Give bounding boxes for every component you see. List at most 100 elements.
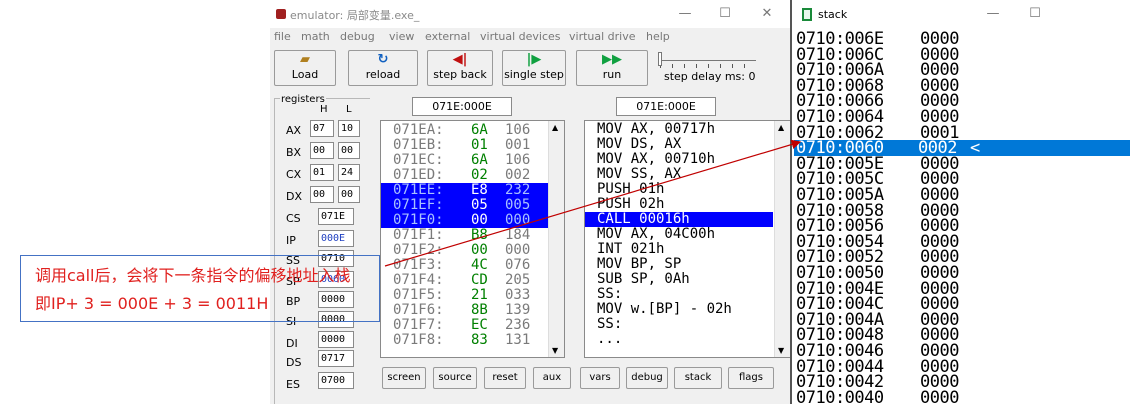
source-button[interactable]: source (433, 367, 477, 389)
cl-field[interactable]: 24 (338, 164, 360, 181)
menu-help[interactable]: help (646, 30, 670, 43)
memory-row[interactable]: 071F5:21033! (381, 288, 556, 303)
memory-row-decimal: 005 (505, 197, 531, 213)
disasm-row[interactable]: MOV w.[BP] - 02h (597, 302, 732, 317)
memory-row[interactable]: 071F3:4C076L (381, 258, 556, 273)
dh-field[interactable]: 00 (310, 186, 334, 203)
load-label: Load (291, 68, 319, 81)
slider-thumb[interactable] (658, 52, 662, 66)
ip-field[interactable]: 000E (318, 230, 354, 247)
memory-row-address: 071F1: (393, 227, 444, 243)
di-field[interactable]: 0000 (318, 331, 354, 348)
menu-debug[interactable]: debug (340, 30, 375, 43)
aux-button[interactable]: aux (533, 367, 571, 389)
close-icon[interactable]: ✕ (758, 5, 776, 23)
scroll-down-icon[interactable]: ▼ (778, 346, 784, 355)
disasm-scrollbar[interactable]: ▲ ▼ (774, 121, 790, 357)
memory-row[interactable]: 071F0:00000NU (381, 212, 564, 228)
cs-field[interactable]: 071E (318, 208, 354, 225)
memory-row-address: 071EC: (393, 152, 444, 168)
menu-external[interactable]: external (425, 30, 470, 43)
single-step-button[interactable]: |▶ single step (502, 50, 566, 86)
memory-row-decimal: 000 (505, 242, 531, 258)
stack-row-value: 0000 (920, 387, 959, 404)
memory-row-address: 071F6: (393, 302, 444, 318)
ch-field[interactable]: 01 (310, 164, 334, 181)
memory-row[interactable]: 071F8:83131? (381, 333, 556, 348)
disasm-row[interactable]: MOV AX, 00710h (597, 152, 715, 167)
memory-scrollbar[interactable]: ▲ ▼ (548, 121, 564, 357)
dl-field[interactable]: 00 (338, 186, 360, 203)
stack-row[interactable]: 0710:0040 0000 (796, 389, 959, 404)
disasm-row[interactable]: CALL 00016h (597, 212, 690, 227)
memory-row[interactable]: 071EB:01001☺ (381, 138, 556, 153)
disasm-row[interactable]: INT 021h (597, 242, 664, 257)
load-button[interactable]: ▰ Load (274, 50, 336, 86)
memory-row-decimal: 236 (505, 317, 531, 333)
disasm-row[interactable]: MOV BP, SP (597, 257, 681, 272)
disasm-row[interactable]: SUB SP, 0Ah (597, 272, 690, 287)
disasm-row[interactable]: MOV DS, AX (597, 137, 681, 152)
stack-list[interactable]: 0710:006E 0000 0710:006C 0000 0710:006A 0000 0… (790, 30, 1130, 404)
reload-button[interactable]: ↻ reload (348, 50, 418, 86)
al-field[interactable]: 10 (338, 120, 360, 137)
disasm-row[interactable]: MOV AX, 00717h (597, 122, 715, 137)
memory-row[interactable]: 071ED:02002☻ (381, 168, 556, 183)
reset-button[interactable]: reset (484, 367, 526, 389)
menu-file[interactable]: file (274, 30, 291, 43)
scroll-up-icon[interactable]: ▲ (778, 123, 784, 132)
menu-view[interactable]: view (389, 30, 414, 43)
disasm-address-input[interactable]: 071E:000E (616, 97, 716, 116)
scroll-down-icon[interactable]: ▼ (552, 346, 558, 355)
bh-field[interactable]: 00 (310, 142, 334, 159)
memory-row[interactable]: 071F7:EC236? (381, 317, 556, 333)
debug-button[interactable]: debug (626, 367, 668, 389)
maximize-icon[interactable]: ☐ (1026, 5, 1044, 23)
stack-app-icon (802, 8, 812, 21)
menu-virtual-devices[interactable]: virtual devices (480, 30, 561, 43)
memory-row[interactable]: 071EA:6A106j (381, 123, 556, 138)
scroll-up-icon[interactable]: ▲ (552, 123, 558, 132)
di-label: DI (286, 337, 298, 350)
step-back-button[interactable]: ◀| step back (427, 50, 493, 86)
memory-list[interactable]: 071EA:6A106j071EB:01001☺071EC:6A106j071E… (380, 120, 565, 358)
disasm-row[interactable]: PUSH 02h (597, 197, 664, 212)
menu-virtual-drive[interactable]: virtual drive (569, 30, 636, 43)
memory-row-decimal: 232 (505, 182, 531, 198)
disasm-row[interactable]: ... (597, 332, 622, 347)
es-field[interactable]: 0700 (318, 372, 354, 389)
disasm-row[interactable]: SS: (597, 317, 622, 332)
flags-button[interactable]: flags (728, 367, 774, 389)
ah-field[interactable]: 07 (310, 120, 334, 137)
ds-field[interactable]: 0717 (318, 350, 354, 367)
bl-field[interactable]: 00 (338, 142, 360, 159)
run-button[interactable]: ▶▶ run (576, 50, 648, 86)
memory-row[interactable]: 071F2:00000NU (381, 242, 564, 258)
slider-track (660, 60, 756, 61)
disasm-row[interactable]: SS: (597, 287, 622, 302)
step-back-icon: ◀| (452, 52, 468, 67)
maximize-icon[interactable]: ☐ (716, 5, 734, 23)
memory-row[interactable]: 071EC:6A106j (381, 152, 556, 168)
memory-address-input[interactable]: 071E:000E (412, 97, 512, 116)
menu-math[interactable]: math (301, 30, 330, 43)
stack-row-marker: < (970, 138, 980, 159)
stack-button[interactable]: stack (674, 367, 722, 389)
minimize-icon[interactable]: — (984, 5, 1002, 23)
step-delay-slider[interactable]: step delay ms: 0 (656, 50, 766, 86)
vars-button[interactable]: vars (580, 367, 620, 389)
disasm-row[interactable]: PUSH 01h (597, 182, 664, 197)
memory-row[interactable]: 071F6:8B139? (381, 302, 556, 318)
memory-row[interactable]: 071EF:05005♣ (381, 197, 556, 213)
memory-row[interactable]: 071EE:E8232? (381, 182, 556, 198)
menu-bar: file math debug view external virtual de… (270, 28, 790, 46)
memory-row[interactable]: 071F1:B8184? (381, 227, 556, 243)
screen-button[interactable]: screen (382, 367, 426, 389)
memory-row-address: 071F0: (393, 212, 444, 228)
minimize-icon[interactable]: — (676, 5, 694, 23)
memory-row[interactable]: 071F4:CD205? (381, 273, 556, 288)
disasm-row[interactable]: MOV SS, AX (597, 167, 681, 182)
disasm-row[interactable]: MOV AX, 04C00h (597, 227, 715, 242)
emulator-title: emulator: 局部变量.exe_ (290, 9, 420, 22)
disassembly-list[interactable]: MOV AX, 00717h MOV DS, AX MOV AX, 00710h MO… (584, 120, 791, 358)
